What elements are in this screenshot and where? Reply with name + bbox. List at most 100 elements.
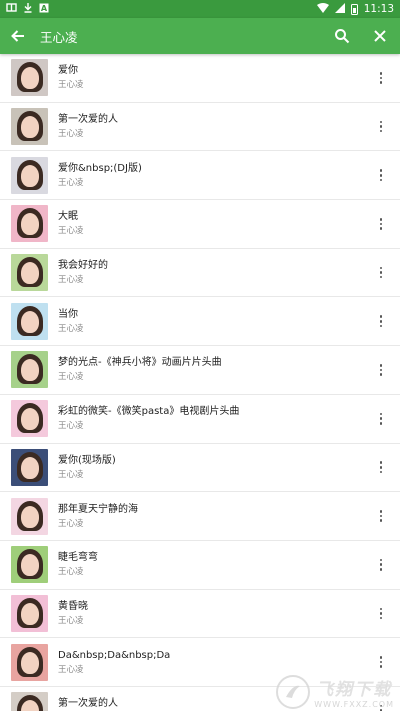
song-row[interactable]: 黄昏晓 王心凌 xyxy=(0,590,400,639)
song-title: 睫毛弯弯 xyxy=(58,552,98,564)
song-row[interactable]: 爱你(现场版) 王心凌 xyxy=(0,444,400,493)
album-cover xyxy=(11,302,48,340)
status-bar: A 11:13 xyxy=(0,0,400,18)
more-options-button[interactable] xyxy=(367,395,395,443)
status-bar-left: A xyxy=(6,2,49,16)
song-title: 大眠 xyxy=(58,211,78,223)
song-artist: 王心凌 xyxy=(58,275,84,286)
song-row[interactable]: 当你 王心凌 xyxy=(0,297,400,347)
album-cover xyxy=(11,156,48,194)
song-row[interactable]: 那年夏天宁静的海 王心凌 xyxy=(0,492,400,541)
album-cover xyxy=(11,692,48,711)
song-row[interactable]: 爱你 王心凌 xyxy=(0,54,400,103)
album-cover xyxy=(11,643,48,681)
more-options-button[interactable] xyxy=(367,346,395,394)
close-button[interactable] xyxy=(362,18,398,54)
song-artist: 王心凌 xyxy=(58,80,84,91)
battery-icon xyxy=(350,3,358,15)
more-vertical-icon xyxy=(379,558,383,571)
more-options-button[interactable] xyxy=(367,54,395,102)
song-artist: 王心凌 xyxy=(58,567,84,578)
song-artist: 王心凌 xyxy=(58,518,84,529)
song-row[interactable]: 睫毛弯弯 王心凌 xyxy=(0,541,400,590)
song-title: 爱你(现场版) xyxy=(58,454,116,466)
more-vertical-icon xyxy=(379,169,383,182)
app-a-icon: A xyxy=(39,3,49,16)
arrow-left-icon xyxy=(11,30,24,42)
song-title: Da&nbsp;Da&nbsp;Da xyxy=(58,649,171,661)
close-icon xyxy=(374,30,386,42)
song-row[interactable]: 大眠 王心凌 xyxy=(0,200,400,249)
album-cover xyxy=(11,594,48,632)
status-time: 11:13 xyxy=(363,3,394,15)
app-toolbar: 王心凌 xyxy=(0,18,400,54)
album-cover xyxy=(11,400,48,438)
more-options-button[interactable] xyxy=(367,589,395,637)
wifi-icon xyxy=(316,2,329,16)
more-options-button[interactable] xyxy=(367,103,395,151)
download-icon xyxy=(23,2,33,16)
song-title: 黄昏晓 xyxy=(58,600,88,612)
album-cover xyxy=(11,497,48,535)
watermark-url: WWW.FXXZ.COM xyxy=(314,700,394,709)
signal-icon xyxy=(334,2,345,16)
more-vertical-icon xyxy=(379,315,383,328)
song-row[interactable]: 第一次爱的人王心凌 xyxy=(0,103,400,152)
more-vertical-icon xyxy=(379,461,383,474)
song-artist: 王心凌 xyxy=(58,177,84,188)
song-list: 爱你 王心凌 第一次爱的人 王心凌 爱你&nbsp;(DJ版) 王心凌 大眠 王心凌 我会好好的… xyxy=(0,54,400,711)
album-cover xyxy=(11,59,48,97)
page-title: 王心凌 xyxy=(40,29,78,45)
more-options-button[interactable] xyxy=(367,443,395,491)
song-title: 我会好好的 xyxy=(58,260,108,272)
more-options-button[interactable] xyxy=(367,297,395,345)
back-button[interactable] xyxy=(0,18,36,54)
more-vertical-icon xyxy=(379,510,383,522)
more-vertical-icon xyxy=(379,218,383,230)
watermark-title: 飞翔下载 xyxy=(316,680,393,700)
album-cover xyxy=(11,546,48,584)
album-cover xyxy=(11,254,48,292)
more-vertical-icon xyxy=(379,607,383,620)
more-options-button[interactable] xyxy=(367,541,395,589)
song-artist: 王心凌 xyxy=(58,469,84,480)
album-cover xyxy=(11,205,48,243)
song-artist: 王心凌 xyxy=(58,664,84,675)
song-title: 爱你 xyxy=(58,65,78,77)
song-title: 当你 xyxy=(58,308,78,320)
search-button[interactable] xyxy=(324,18,360,54)
song-row[interactable]: 我会好好的 王心凌 xyxy=(0,249,400,298)
song-artist: 王心凌 xyxy=(58,615,84,626)
more-vertical-icon xyxy=(379,120,383,133)
song-artist: 王心凌 xyxy=(58,226,84,237)
more-options-button[interactable] xyxy=(367,249,395,297)
site-watermark: 飞翔下载 WWW.FXXZ.COM xyxy=(276,675,394,709)
song-row[interactable]: 梦的光点-《神兵小将》动画片片头曲 王心凌 xyxy=(0,346,400,395)
search-icon xyxy=(335,29,350,44)
status-bar-right: 11:13 xyxy=(316,2,394,16)
watermark-logo-icon xyxy=(276,675,311,709)
song-title: 爱你&nbsp;(DJ版) xyxy=(58,162,142,174)
album-cover xyxy=(11,351,48,389)
more-vertical-icon xyxy=(379,364,383,376)
more-vertical-icon xyxy=(379,266,383,279)
more-vertical-icon xyxy=(379,412,383,425)
more-vertical-icon xyxy=(379,71,383,84)
more-options-button[interactable] xyxy=(367,200,395,248)
svg-text:A: A xyxy=(41,4,48,13)
song-title: 第一次爱的人 xyxy=(58,114,118,126)
song-artist: 王心凌 xyxy=(58,421,84,432)
album-cover xyxy=(11,448,48,486)
album-cover xyxy=(11,108,48,146)
song-title: 那年夏天宁静的海 xyxy=(58,503,138,515)
more-vertical-icon xyxy=(379,656,383,668)
song-artist: 王心凌 xyxy=(58,323,84,334)
more-options-button[interactable] xyxy=(367,151,395,199)
song-row[interactable]: 爱你&nbsp;(DJ版) 王心凌 xyxy=(0,151,400,201)
song-row[interactable]: 彩虹的微笑-《微笑pasta》电视剧片头曲 王心凌 xyxy=(0,395,400,444)
song-title: 梦的光点-《神兵小将》动画片片头曲 xyxy=(58,357,222,369)
more-options-button[interactable] xyxy=(367,492,395,540)
song-artist: 王心凌 xyxy=(58,129,84,140)
song-title: 彩虹的微笑-《微笑pasta》电视剧片头曲 xyxy=(58,406,240,418)
song-artist: 王心凌 xyxy=(58,372,84,383)
